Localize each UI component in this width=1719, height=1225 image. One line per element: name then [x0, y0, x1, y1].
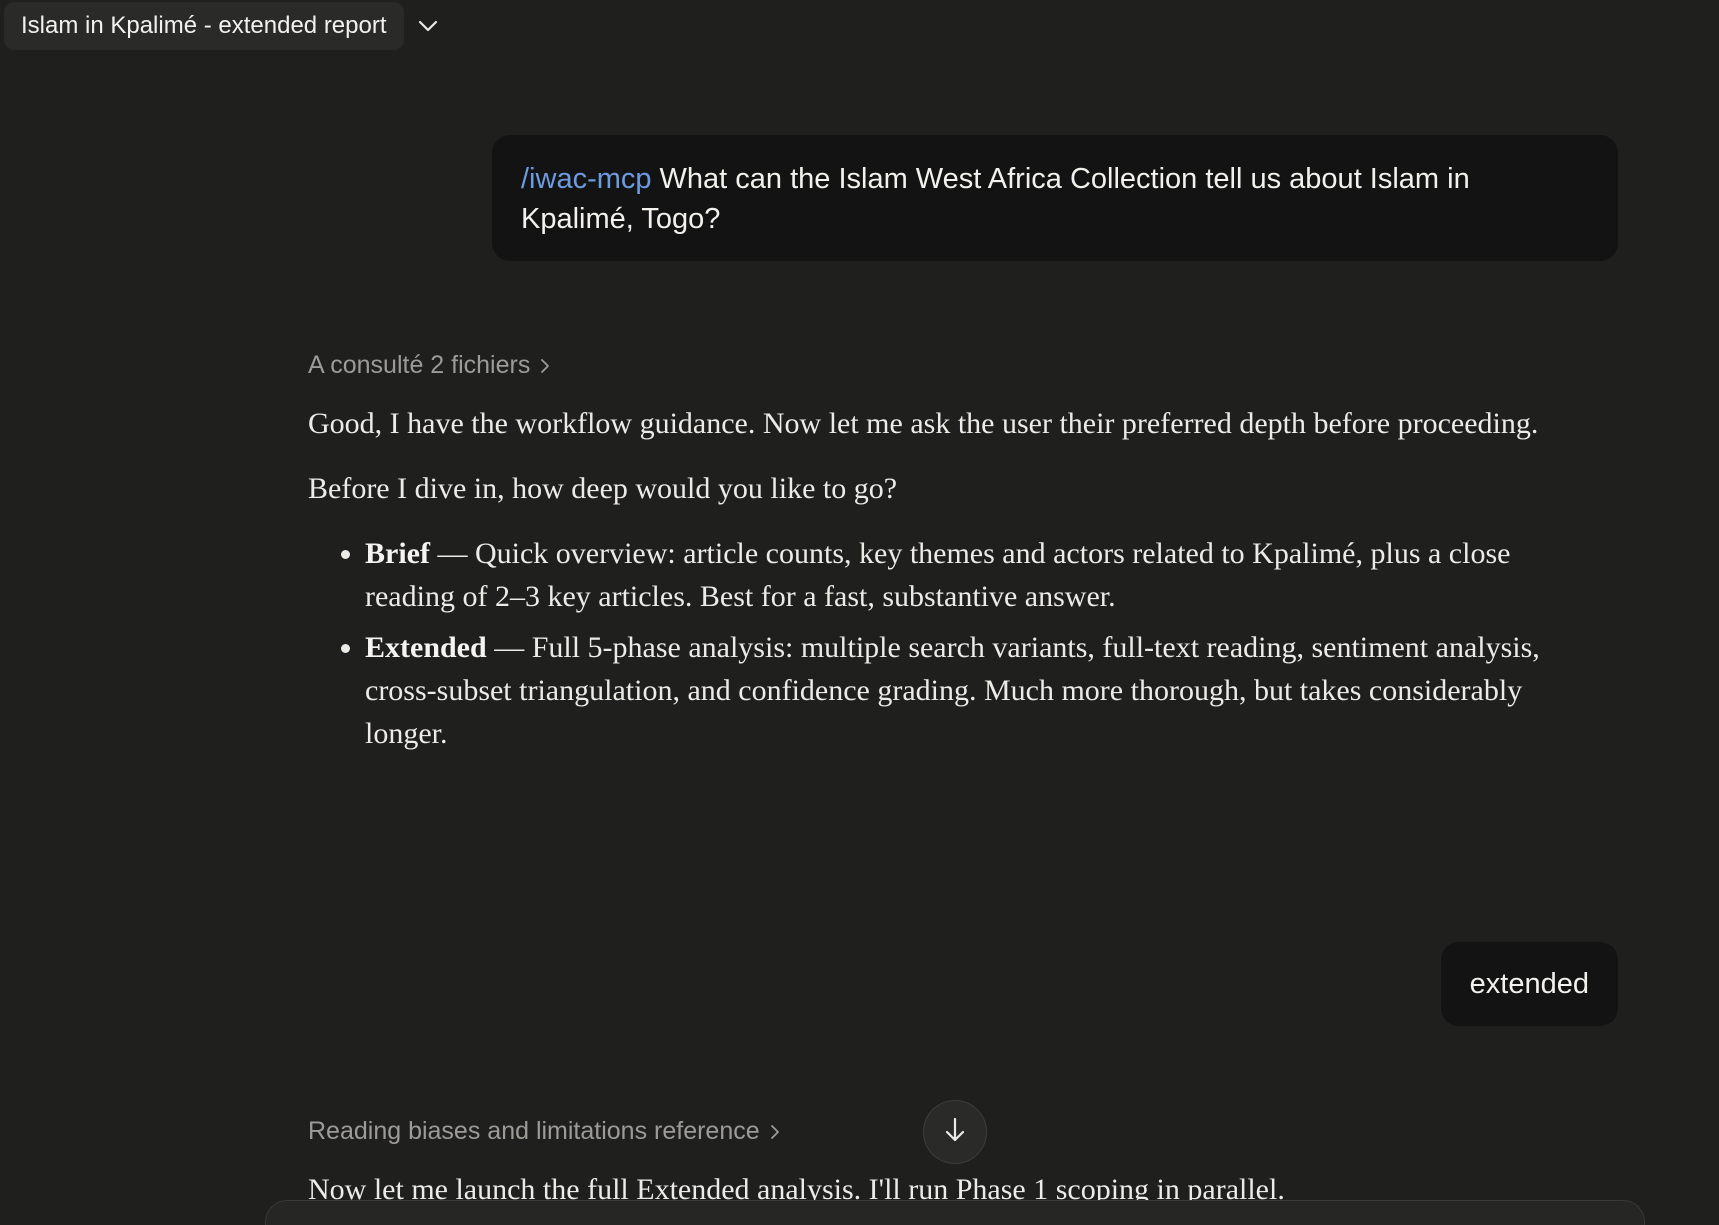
option-title: Extended [365, 631, 487, 664]
chevron-down-icon[interactable] [416, 14, 440, 38]
assistant-paragraph: Now let me launch the full Extended anal… [308, 1173, 1285, 1202]
option-description: — Quick overview: article counts, key th… [365, 537, 1511, 613]
arrow-down-icon [944, 1117, 966, 1148]
slash-command-chip[interactable]: /iwac-mcp [521, 163, 652, 195]
conversation-title[interactable]: Islam in Kpalimé - extended report [4, 2, 404, 50]
option-description: — Full 5-phase analysis: multiple search… [365, 631, 1540, 750]
option-title: Brief [365, 537, 430, 570]
chevron-right-icon [540, 358, 550, 374]
message-composer[interactable] [265, 1200, 1645, 1225]
user-message: extended [1440, 942, 1618, 1026]
tool-usage-toggle[interactable]: A consulté 2 fichiers [308, 351, 550, 380]
tool-usage-label: Reading biases and limitations reference [308, 1117, 760, 1145]
list-item: Brief — Quick overview: article counts, … [365, 532, 1548, 618]
list-item: Extended — Full 5-phase analysis: multip… [365, 626, 1548, 755]
user-message-text: What can the Islam West Africa Collectio… [521, 163, 1470, 235]
chevron-right-icon [770, 1124, 780, 1140]
conversation-header: Islam in Kpalimé - extended report [4, 2, 440, 50]
tool-usage-label: A consulté 2 fichiers [308, 351, 531, 379]
assistant-paragraph: Before I dive in, how deep would you lik… [308, 472, 898, 505]
tool-usage-toggle[interactable]: Reading biases and limitations reference [308, 1117, 780, 1146]
user-message-text: extended [1469, 967, 1589, 1000]
assistant-message: Good, I have the workflow guidance. Now … [308, 402, 1548, 763]
assistant-paragraph: Good, I have the workflow guidance. Now … [308, 407, 1539, 440]
depth-options-list: Brief — Quick overview: article counts, … [308, 532, 1548, 755]
user-message: /iwac-mcp What can the Islam West Africa … [492, 135, 1618, 261]
scroll-to-bottom-button[interactable] [923, 1100, 987, 1164]
